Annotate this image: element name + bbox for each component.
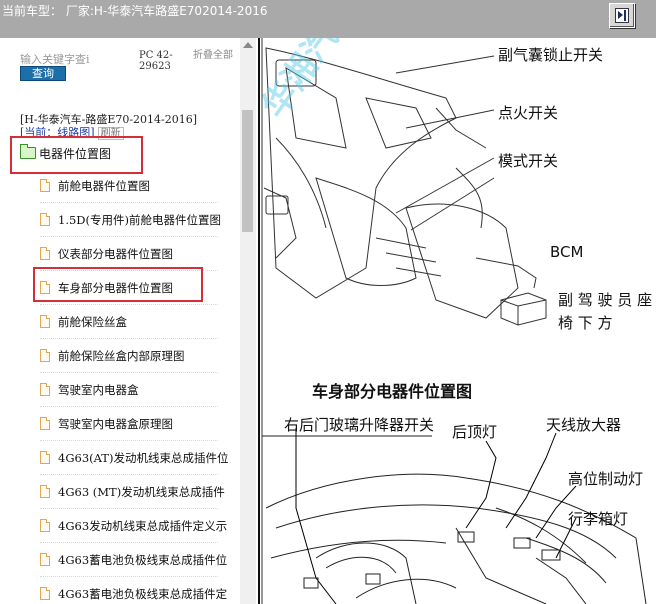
tree-item[interactable]: 仪表部分电器件位置图 xyxy=(40,237,240,271)
label-mode-switch: 模式开关 xyxy=(498,152,559,170)
tree-item-label: 仪表部分电器件位置图 xyxy=(58,247,173,261)
tree-item-label: 4G63蓄电池负极线束总成插件定 xyxy=(58,587,228,601)
tree-item-label: 前舱保险丝盒内部原理图 xyxy=(58,349,185,363)
tree-item-label: 驾驶室内电器盒原理图 xyxy=(58,417,173,431)
document-icon xyxy=(40,179,50,192)
pc-code: PC 42-29623 xyxy=(139,50,173,72)
tree-item-label: 前舱电器件位置图 xyxy=(58,179,150,193)
document-icon xyxy=(40,553,50,566)
tree-item[interactable]: 4G63蓄电池负极线束总成插件位 xyxy=(40,543,240,577)
tree-item[interactable]: 4G63蓄电池负极线束总成插件定 xyxy=(40,577,240,604)
tree-item[interactable]: 前舱保险丝盒内部原理图 xyxy=(40,339,240,373)
wiring-diagram-view: 华湘汽车 副气囊锁止开关 点火开关 模式开关 BCM 副 驾 驶 员 座 椅 下… xyxy=(256,38,656,604)
document-icon xyxy=(40,587,50,600)
tree-item-label: 4G63 (MT)发动机线束总成插件 xyxy=(58,485,225,499)
tree-item[interactable]: 前舱保险丝盒 xyxy=(40,305,240,339)
tree-item[interactable]: 4G63发动机线束总成插件定义示 xyxy=(40,509,240,543)
label-ignition: 点火开关 xyxy=(498,104,559,122)
tree-item-label: 4G63发动机线束总成插件定义示 xyxy=(58,519,228,533)
tree-item-label: 驾驶室内电器盒 xyxy=(58,383,139,397)
tree-item[interactable]: 前舱电器件位置图 xyxy=(40,169,240,203)
tree-item[interactable]: 4G63(AT)发动机线束总成插件位 xyxy=(40,441,240,475)
label-airbag-switch: 副气囊锁止开关 xyxy=(498,46,604,64)
panel-toggle-icon xyxy=(615,8,629,23)
tree-item[interactable]: 驾驶室内电器盒原理图 xyxy=(40,407,240,441)
tree-item[interactable]: 1.5D(专用件)前舱电器件位置图 xyxy=(40,203,240,237)
collapse-all-link[interactable]: 折叠全部 xyxy=(193,50,235,61)
document-icon xyxy=(40,451,50,464)
sidebar-scrollbar[interactable] xyxy=(240,38,256,604)
label-trunk-light: 行李箱灯 xyxy=(568,510,629,528)
label-rr-window-switch: 右后门玻璃升降器开关 xyxy=(284,416,435,434)
tree-item[interactable]: 驾驶室内电器盒 xyxy=(40,373,240,407)
search-input[interactable] xyxy=(20,52,132,66)
label-rear-dome-lamp: 后顶灯 xyxy=(452,423,498,441)
label-antenna-amplifier: 天线放大器 xyxy=(546,416,622,434)
label-passenger-seat: 副 驾 驶 员 座 xyxy=(558,291,653,309)
tree-item-label: 4G63蓄电池负极线束总成插件位 xyxy=(58,553,228,567)
document-icon xyxy=(40,213,50,226)
document-icon xyxy=(40,247,50,260)
tree-item-label: 1.5D(专用件)前舱电器件位置图 xyxy=(58,213,221,227)
label-under-seat: 椅 下 方 xyxy=(558,314,613,332)
label-high-brake-light: 高位制动灯 xyxy=(568,470,644,488)
document-icon xyxy=(40,519,50,532)
tree-item[interactable]: 4G63 (MT)发动机线束总成插件 xyxy=(40,475,240,509)
scroll-thumb[interactable] xyxy=(242,110,253,232)
document-icon xyxy=(40,383,50,396)
tree-item-label: 前舱保险丝盒 xyxy=(58,315,127,329)
document-icon xyxy=(40,485,50,498)
tree-item-label: 4G63(AT)发动机线束总成插件位 xyxy=(58,451,229,465)
section-title: 车身部分电器件位置图 xyxy=(312,382,473,401)
tree-items: 前舱电器件位置图 1.5D(专用件)前舱电器件位置图 仪表部分电器件位置图 车身… xyxy=(40,169,240,604)
current-model-title: 当前车型： 厂家:H-华泰汽车路盛E702014-2016 xyxy=(2,4,268,18)
document-icon xyxy=(40,417,50,430)
label-bcm: BCM xyxy=(550,243,584,261)
search-button[interactable]: 查询 xyxy=(20,66,66,81)
title-bar: 当前车型： 厂家:H-华泰汽车路盛E702014-2016 xyxy=(0,0,656,38)
highlight-box-item xyxy=(33,267,203,302)
highlight-box-root xyxy=(10,136,143,174)
document-icon xyxy=(40,315,50,328)
scroll-up-arrow-icon[interactable] xyxy=(243,42,253,48)
document-icon xyxy=(40,349,50,362)
panel-toggle-button[interactable] xyxy=(609,3,635,28)
sidebar: 查询 PC 42-29623 折叠全部 [H-华泰汽车-路盛E70-2014-2… xyxy=(0,38,256,604)
